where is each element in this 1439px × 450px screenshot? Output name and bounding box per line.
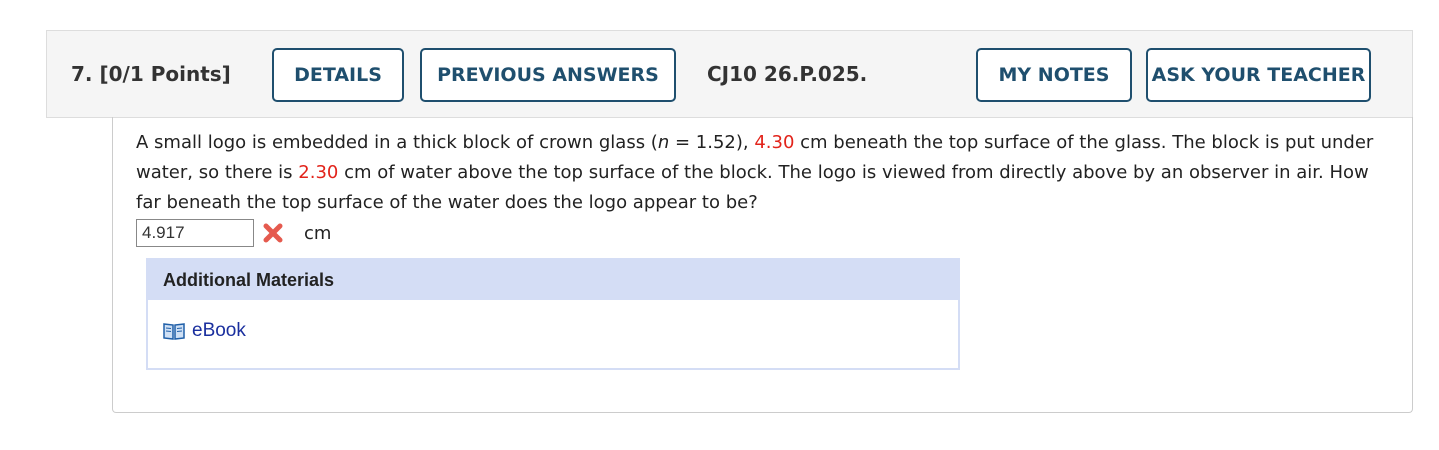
question-header: 7. [0/1 Points] DETAILS PREVIOUS ANSWERS…	[46, 30, 1413, 118]
question-text-part1: A small logo is embedded in a thick bloc…	[136, 132, 658, 153]
answer-unit: cm	[304, 222, 332, 244]
ebook-link[interactable]: eBook	[192, 320, 246, 342]
answer-input[interactable]	[136, 219, 254, 247]
logo-depth-value: 4.30	[754, 132, 795, 153]
problem-code: CJ10 26.P.025.	[707, 62, 868, 86]
question-points: [0/1 Points]	[99, 62, 231, 86]
refractive-index-symbol: n	[657, 132, 670, 153]
previous-answers-button[interactable]: PREVIOUS ANSWERS	[420, 48, 676, 102]
x-mark-icon	[262, 222, 284, 244]
question-title: 7. [0/1 Points]	[71, 62, 231, 86]
details-button[interactable]: DETAILS	[272, 48, 404, 102]
ask-your-teacher-button[interactable]: ASK YOUR TEACHER	[1146, 48, 1371, 102]
question-number: 7.	[71, 62, 93, 86]
book-icon	[162, 321, 186, 341]
question-text: A small logo is embedded in a thick bloc…	[136, 128, 1396, 218]
answer-row: cm	[136, 219, 331, 247]
question-text-part2: = 1.52),	[669, 132, 755, 153]
ebook-link-row[interactable]: eBook	[162, 320, 246, 342]
my-notes-button[interactable]: MY NOTES	[976, 48, 1132, 102]
additional-materials-panel: Additional Materials eBook	[146, 258, 960, 370]
water-depth-value: 2.30	[298, 162, 339, 183]
additional-materials-title: Additional Materials	[148, 260, 958, 300]
